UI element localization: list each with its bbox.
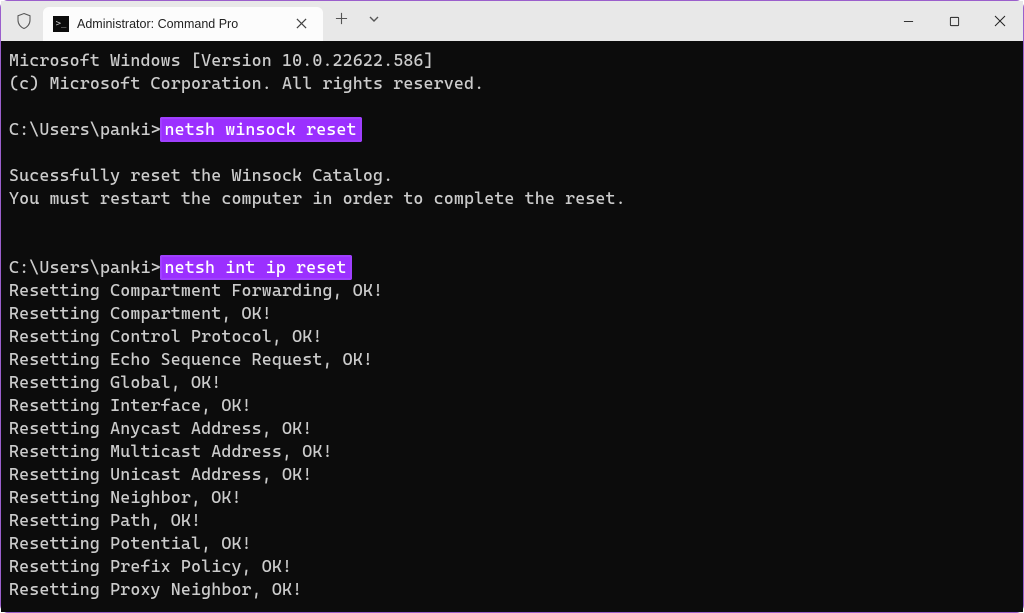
command-2-highlight: netsh int ip reset bbox=[160, 255, 352, 280]
prompt-1-prefix: C:\Users\panki bbox=[9, 119, 151, 139]
output-2-line-13: Resetting Prefix Policy, OK! bbox=[9, 556, 292, 576]
shield-icon bbox=[15, 11, 33, 31]
minimize-button[interactable] bbox=[885, 1, 931, 41]
active-tab[interactable]: >_ Administrator: Command Pro bbox=[43, 7, 323, 41]
window-controls bbox=[885, 1, 1023, 41]
new-tab-button[interactable] bbox=[323, 6, 360, 36]
terminal-output[interactable]: Microsoft Windows [Version 10.0.22622.58… bbox=[1, 41, 1023, 612]
version-line: Microsoft Windows [Version 10.0.22622.58… bbox=[9, 50, 434, 70]
prompt-2-prefix: C:\Users\panki bbox=[9, 257, 151, 277]
copyright-line: (c) Microsoft Corporation. All rights re… bbox=[9, 73, 484, 93]
cmd-icon: >_ bbox=[53, 16, 69, 32]
prompt-1-sep: > bbox=[151, 119, 160, 139]
output-2-line-8: Resetting Multicast Address, OK! bbox=[9, 441, 333, 461]
tab-dropdown-button[interactable] bbox=[360, 8, 388, 34]
output-2-line-6: Resetting Interface, OK! bbox=[9, 395, 252, 415]
output-1-line-1: Sucessfully reset the Winsock Catalog. bbox=[9, 165, 393, 185]
output-2-line-1: Resetting Compartment Forwarding, OK! bbox=[9, 280, 383, 300]
output-2-line-12: Resetting Potential, OK! bbox=[9, 533, 252, 553]
close-tab-button[interactable] bbox=[292, 15, 311, 34]
prompt-2-sep: > bbox=[151, 257, 160, 277]
maximize-button[interactable] bbox=[931, 1, 977, 41]
titlebar[interactable]: >_ Administrator: Command Pro bbox=[1, 1, 1023, 41]
output-2-line-5: Resetting Global, OK! bbox=[9, 372, 221, 392]
output-2-line-4: Resetting Echo Sequence Request, OK! bbox=[9, 349, 373, 369]
command-1-highlight: netsh winsock reset bbox=[160, 117, 362, 142]
close-window-button[interactable] bbox=[977, 1, 1023, 41]
output-2-line-7: Resetting Anycast Address, OK! bbox=[9, 418, 312, 438]
output-2-line-2: Resetting Compartment, OK! bbox=[9, 303, 272, 323]
output-1-line-2: You must restart the computer in order t… bbox=[9, 188, 626, 208]
output-2-line-11: Resetting Path, OK! bbox=[9, 510, 201, 530]
output-2-line-9: Resetting Unicast Address, OK! bbox=[9, 464, 312, 484]
output-2-line-3: Resetting Control Protocol, OK! bbox=[9, 326, 322, 346]
output-2-line-14: Resetting Proxy Neighbor, OK! bbox=[9, 579, 302, 599]
output-2-line-10: Resetting Neighbor, OK! bbox=[9, 487, 242, 507]
tab-title: Administrator: Command Pro bbox=[77, 17, 284, 31]
